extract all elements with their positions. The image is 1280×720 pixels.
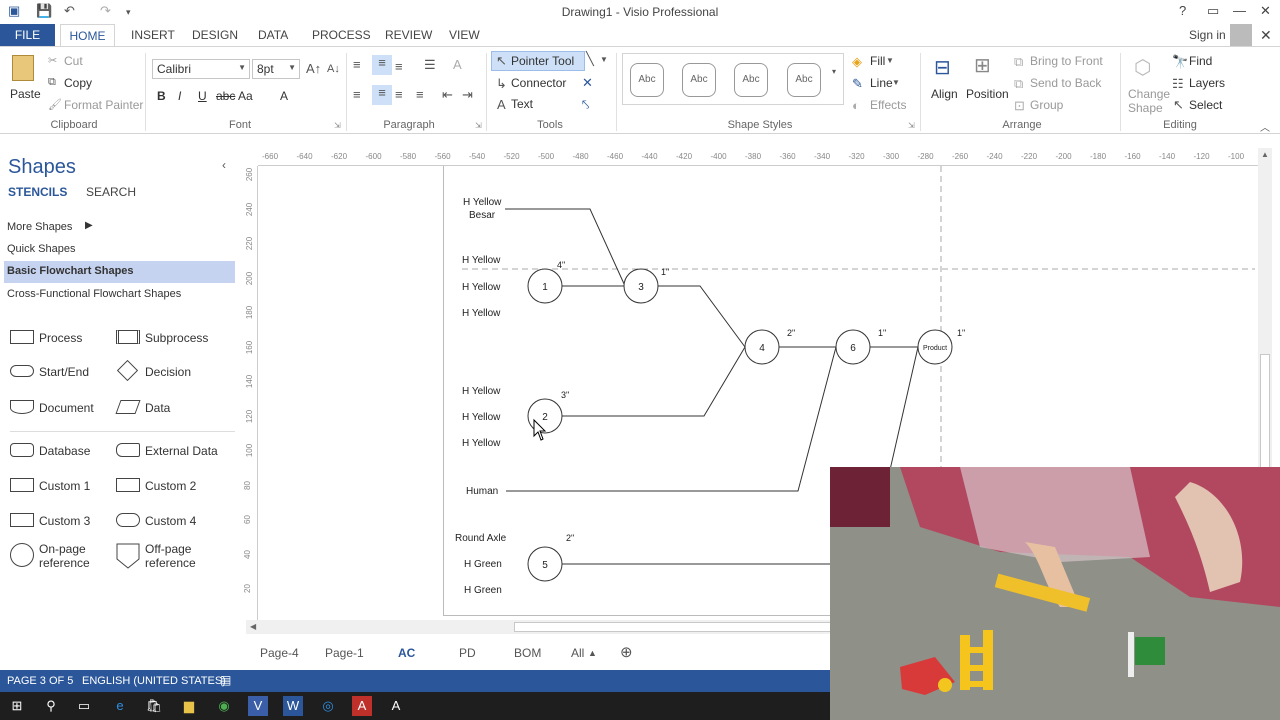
- webcam-video-overlay: [830, 467, 1280, 720]
- page-tab-page4[interactable]: Page-4: [260, 646, 299, 660]
- macro-icon[interactable]: ▤: [220, 673, 231, 687]
- node-3-label: 3: [638, 282, 644, 293]
- part-label: H Yellow: [462, 412, 501, 423]
- page-status[interactable]: PAGE 3 OF 5: [7, 675, 73, 687]
- page-tab-ac[interactable]: AC: [398, 646, 415, 660]
- edge-icon[interactable]: e: [110, 696, 130, 716]
- time-label: 1": [957, 328, 965, 338]
- time-label: 4": [557, 260, 565, 270]
- part-label: H Yellow: [462, 386, 501, 397]
- store-icon[interactable]: 🛍: [144, 696, 164, 716]
- scroll-up-icon[interactable]: ▲: [1261, 150, 1269, 159]
- page-tab-all[interactable]: All: [571, 646, 584, 660]
- scroll-thumb[interactable]: [1260, 354, 1270, 474]
- time-label: 2": [566, 533, 574, 543]
- language-status[interactable]: ENGLISH (UNITED STATES): [82, 675, 226, 687]
- time-label: 1": [878, 328, 886, 338]
- part-label: H Green: [464, 559, 502, 570]
- node-product-label: Product: [923, 345, 947, 352]
- part-label: Round Axle: [455, 533, 507, 544]
- node-2-label: 2: [542, 412, 548, 423]
- connector-line[interactable]: [562, 346, 746, 417]
- connector-line[interactable]: [505, 208, 626, 287]
- node-4-label: 4: [759, 343, 765, 354]
- part-label: H Green: [464, 585, 502, 596]
- chrome-icon[interactable]: ◉: [214, 696, 234, 716]
- word-taskbar-icon[interactable]: W: [283, 696, 303, 716]
- file-explorer-icon[interactable]: ▆: [179, 696, 199, 716]
- webcam-video-image: [830, 467, 1280, 720]
- part-label: H Yellow: [462, 282, 501, 293]
- page-tab-page1[interactable]: Page-1: [325, 646, 364, 660]
- part-label: Besar: [469, 210, 496, 221]
- add-page-icon[interactable]: ⊕: [620, 643, 633, 661]
- part-label: H Yellow: [463, 197, 502, 208]
- part-label: H Yellow: [462, 255, 501, 266]
- scroll-thumb[interactable]: [514, 622, 844, 632]
- part-label: Human: [466, 486, 498, 497]
- search-icon[interactable]: ⚲: [41, 696, 61, 716]
- page-tab-bom[interactable]: BOM: [514, 646, 541, 660]
- part-label: H Yellow: [462, 308, 501, 319]
- chevron-up-icon[interactable]: ▲: [588, 648, 597, 658]
- app2-taskbar-icon[interactable]: A: [386, 696, 406, 716]
- time-label: 3": [561, 390, 569, 400]
- time-label: 2": [787, 328, 795, 338]
- page-tab-pd[interactable]: PD: [459, 646, 476, 660]
- acrobat-taskbar-icon[interactable]: A: [352, 696, 372, 716]
- connector-line[interactable]: [889, 346, 919, 471]
- node-6-label: 6: [850, 343, 856, 354]
- task-view-icon[interactable]: ▭: [74, 696, 94, 716]
- part-label: H Yellow: [462, 438, 501, 449]
- app-taskbar-icon[interactable]: ◎: [318, 696, 338, 716]
- scroll-left-icon[interactable]: ◀: [250, 622, 256, 631]
- windows-start-icon[interactable]: ⊞: [7, 696, 27, 716]
- time-label: 1": [661, 267, 669, 277]
- node-1-label: 1: [542, 282, 548, 293]
- visio-taskbar-icon[interactable]: V: [248, 696, 268, 716]
- connector-line[interactable]: [658, 285, 746, 348]
- node-5-label: 5: [542, 560, 548, 571]
